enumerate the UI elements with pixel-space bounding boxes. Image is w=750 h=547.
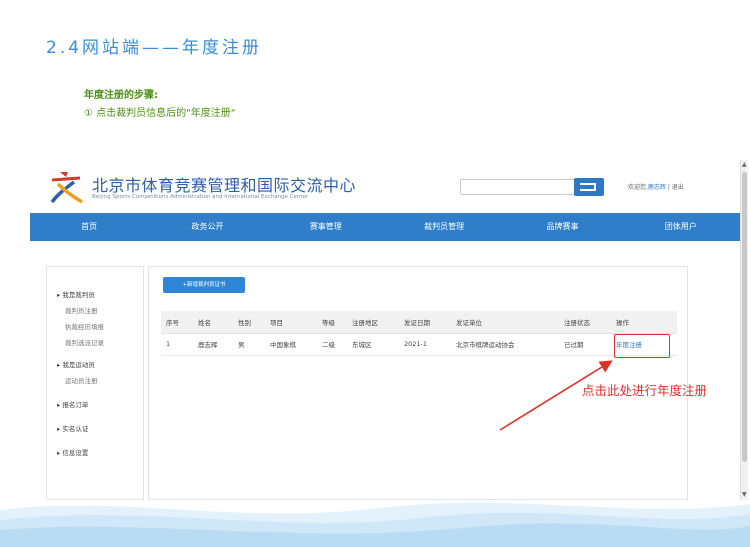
- cell-sport: 中国象棋: [265, 333, 317, 356]
- search-button[interactable]: [574, 178, 604, 196]
- scrollbar-thumb[interactable]: [742, 172, 747, 462]
- slide-title: 2.4网站端——年度注册: [46, 38, 263, 58]
- step-1-text: ① 点击裁判员信息后的"年度注册": [84, 108, 236, 119]
- highlight-box: [614, 334, 670, 358]
- sidebar-item-referee-register[interactable]: 裁判员注册: [65, 305, 98, 315]
- cell-status: 已过期: [559, 333, 611, 356]
- site-english-name: Beijing Sports Competitions Administrati…: [92, 194, 309, 200]
- cell-name: 鹿志辉: [193, 333, 233, 356]
- sidebar-group-settings[interactable]: ▸ 信息设置: [57, 447, 88, 457]
- col-action: 操作: [611, 311, 677, 334]
- col-index: 序号: [161, 311, 193, 334]
- user-name-link[interactable]: 鹿志辉: [648, 184, 666, 191]
- sidebar-item-officiating-history[interactable]: 执裁经历填报: [65, 321, 104, 331]
- sidebar-group-referee[interactable]: ▸ 我是裁判员: [57, 289, 95, 299]
- website-screenshot: 北京市体育竞赛管理和国际交流中心 Beijing Sports Competit…: [30, 160, 748, 500]
- col-sport: 项目: [265, 311, 317, 334]
- cell-level: 二级: [317, 333, 347, 356]
- sidebar-group-verification[interactable]: ▸ 实名认证: [57, 423, 88, 433]
- welcome-text: 欢迎您,: [628, 184, 648, 191]
- cell-issuer: 北京市棋牌运动协会: [451, 333, 559, 356]
- col-region: 注册地区: [347, 311, 399, 334]
- site-name: 北京市体育竞赛管理和国际交流中心: [92, 176, 357, 195]
- sidebar-group-athlete[interactable]: ▸ 我是运动员: [57, 359, 95, 369]
- logout-link[interactable]: 退出: [672, 184, 684, 191]
- scrollbar[interactable]: ▲ ▼: [740, 160, 748, 500]
- cell-gender: 男: [233, 333, 265, 356]
- col-gender: 性别: [233, 311, 265, 334]
- cell-region: 东城区: [347, 333, 399, 356]
- decorative-wave: [0, 502, 750, 547]
- annotation-text: 点击此处进行年度注册: [582, 383, 708, 398]
- scroll-up-icon[interactable]: ▲: [742, 162, 747, 168]
- col-status: 注册状态: [559, 311, 611, 334]
- nav-brand-events[interactable]: 品牌赛事: [503, 213, 621, 241]
- table-row: 1 鹿志辉 男 中国象棋 二级 东城区 2021-1 北京市棋牌运动协会 已过期…: [161, 333, 677, 356]
- add-certificate-button[interactable]: +新增裁判员证书: [163, 277, 245, 293]
- nav-referee-management[interactable]: 裁判员管理: [385, 213, 503, 241]
- user-welcome: 欢迎您,鹿志辉 | 退出: [628, 182, 684, 191]
- sidebar-item-athlete-register[interactable]: 运动员注册: [65, 375, 98, 385]
- col-issuer: 发证单位: [451, 311, 559, 334]
- table-header-row: 序号 姓名 性别 项目 等级 注册地区 发证日期 发证单位 注册状态 操作: [161, 311, 677, 334]
- steps-title: 年度注册的步骤:: [84, 90, 158, 101]
- sidebar-group-orders[interactable]: ▸ 报名订单: [57, 399, 88, 409]
- nav-group-users[interactable]: 团体用户: [622, 213, 740, 241]
- nav-event-management[interactable]: 赛事管理: [267, 213, 385, 241]
- sidebar-item-assignment-records[interactable]: 裁判选派记录: [65, 337, 104, 347]
- site-logo-icon: [50, 172, 83, 204]
- sidebar: ▸ 我是裁判员 裁判员注册 执裁经历填报 裁判选派记录 ▸ 我是运动员 运动员注…: [46, 266, 144, 500]
- referee-table: 序号 姓名 性别 项目 等级 注册地区 发证日期 发证单位 注册状态 操作 1 …: [161, 311, 677, 356]
- nav-public-affairs[interactable]: 政务公开: [148, 213, 266, 241]
- cell-index: 1: [161, 333, 193, 356]
- nav-home[interactable]: 首页: [30, 213, 148, 241]
- cell-issue-date: 2021-1: [399, 333, 451, 356]
- col-issue-date: 发证日期: [399, 311, 451, 334]
- main-nav: 首页 政务公开 赛事管理 裁判员管理 品牌赛事 团体用户: [30, 213, 740, 241]
- col-level: 等级: [317, 311, 347, 334]
- col-name: 姓名: [193, 311, 233, 334]
- search-icon: [580, 183, 596, 191]
